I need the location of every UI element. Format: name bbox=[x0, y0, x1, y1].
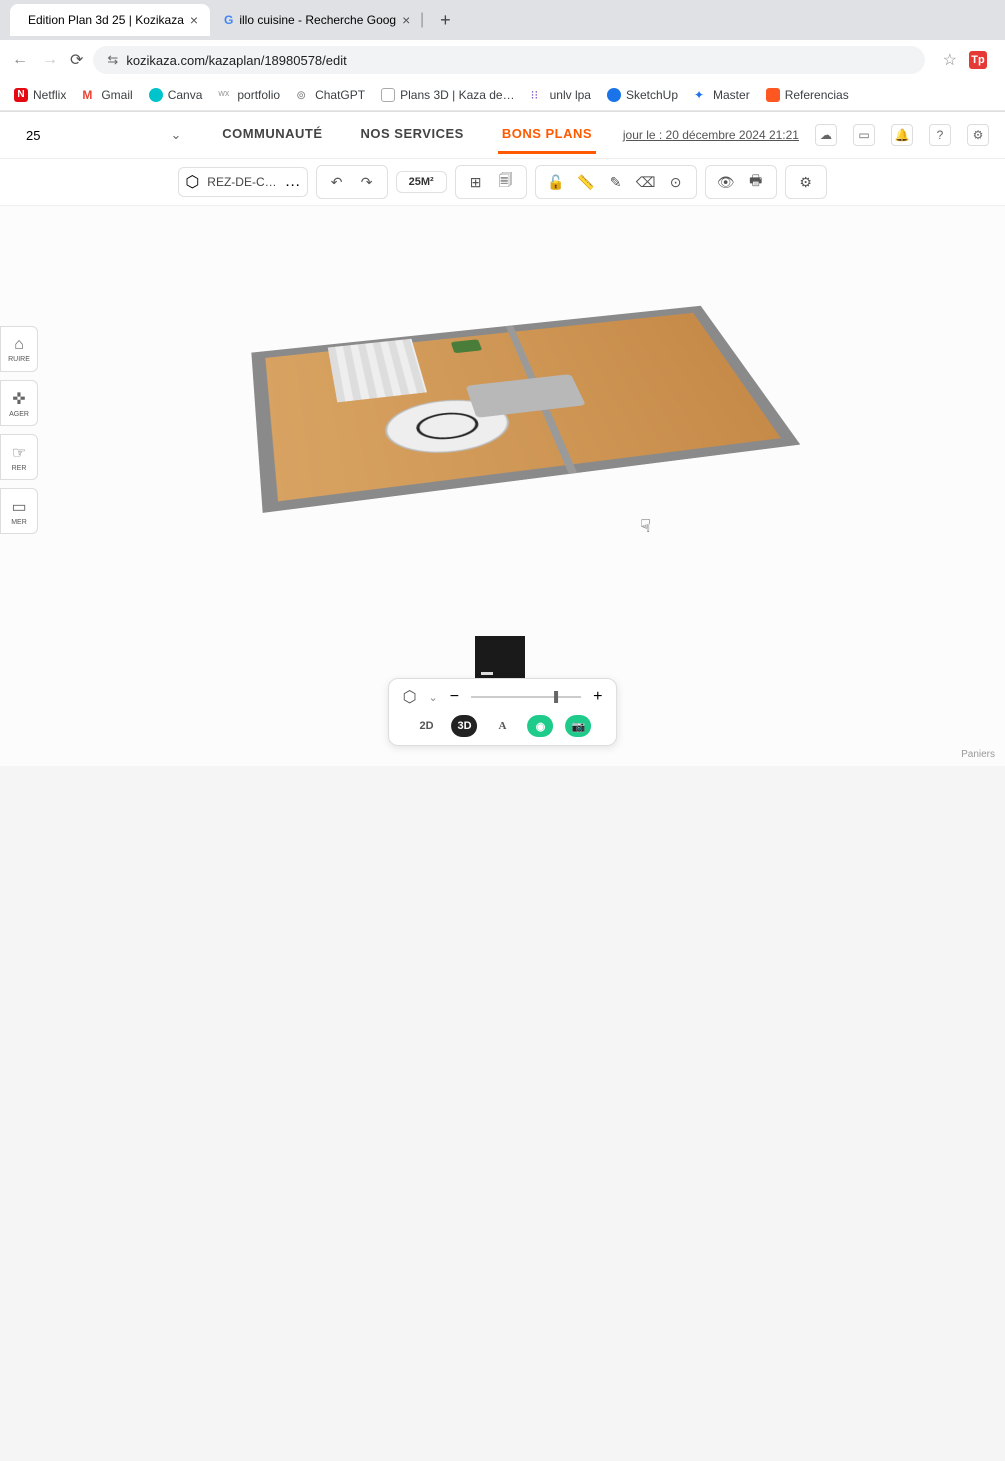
canvas-3d-viewport[interactable]: ⌂RUIRE ✜AGER ☞RER ▭MER ☟ ⬡ ⌄ − + 2D 3D A bbox=[0, 206, 1005, 766]
area-readout: 25M² bbox=[403, 176, 440, 188]
editor-toolbar: ⬡ REZ-DE-C… … ↶ ↷ 25M² ⊞ 🗐 🔓 📏 ✎ ⌫ ⊙ 👁 🖶… bbox=[0, 159, 1005, 206]
furniture-icon: ✜ bbox=[12, 389, 25, 409]
hand-icon: ☞ bbox=[12, 443, 26, 463]
bookmark-chatgpt[interactable]: ⊚ChatGPT bbox=[296, 88, 365, 102]
bookmark-canva[interactable]: Canva bbox=[149, 88, 203, 102]
zoom-out-button[interactable]: − bbox=[450, 688, 459, 706]
undo-button[interactable]: ↶ bbox=[323, 170, 351, 194]
main-nav: COMMUNAUTÉ NOS SERVICES BONS PLANS bbox=[218, 116, 596, 154]
help-icon[interactable]: ? bbox=[929, 124, 951, 146]
view-cube-icon[interactable]: ⬡ bbox=[403, 687, 417, 707]
zoom-slider[interactable] bbox=[471, 696, 581, 698]
bookmark-star-icon[interactable]: ☆ bbox=[943, 50, 957, 70]
view-control-bar: ⬡ ⌄ − + 2D 3D A ◉ 📷 bbox=[388, 678, 618, 746]
tool-eraser-icon[interactable]: ⌫ bbox=[632, 170, 660, 194]
cube-icon: ⬡ bbox=[185, 172, 199, 192]
tool-visibility-icon[interactable]: 👁 bbox=[712, 170, 740, 194]
project-selector[interactable]: 25 ⌄ bbox=[16, 121, 191, 149]
bookmark-portfolio[interactable]: wxportfolio bbox=[218, 88, 280, 102]
new-tab-button[interactable]: + bbox=[430, 4, 461, 37]
bookmark-plans3d[interactable]: Plans 3D | Kaza de… bbox=[381, 88, 515, 102]
reload-icon[interactable]: ⟳ bbox=[70, 50, 83, 70]
tab-close-icon[interactable]: × bbox=[190, 12, 198, 28]
dropdown-ellipsis-icon: … bbox=[285, 173, 301, 191]
extension-badge[interactable]: Tp bbox=[969, 51, 987, 69]
tool-magnet-icon[interactable]: ⊙ bbox=[662, 170, 690, 194]
nav-bonsplans[interactable]: BONS PLANS bbox=[498, 116, 596, 154]
left-dock: ⌂RUIRE ✜AGER ☞RER ▭MER bbox=[0, 326, 38, 534]
vertical-divider: | bbox=[414, 11, 430, 29]
tool-print-icon[interactable]: 🖶 bbox=[742, 170, 770, 194]
zoom-slider-thumb[interactable] bbox=[554, 691, 558, 703]
tool-pencil-icon[interactable]: ✎ bbox=[602, 170, 630, 194]
tool-lock-icon[interactable]: 🔓 bbox=[542, 170, 570, 194]
favicon-google-icon: G bbox=[224, 13, 233, 27]
zoom-in-button[interactable]: + bbox=[593, 688, 602, 706]
site-settings-icon[interactable]: ⇆ bbox=[107, 52, 118, 68]
text-style-icon[interactable]: A bbox=[490, 715, 516, 737]
redo-button[interactable]: ↷ bbox=[353, 170, 381, 194]
address-bar[interactable]: ⇆ kozikaza.com/kazaplan/18980578/edit bbox=[93, 46, 924, 74]
app-topbar: 25 ⌄ COMMUNAUTÉ NOS SERVICES BONS PLANS … bbox=[0, 112, 1005, 159]
bookmark-netflix[interactable]: NNetflix bbox=[14, 88, 66, 102]
tool-ruler-icon[interactable]: 📏 bbox=[572, 170, 600, 194]
mode-3d-button[interactable]: 3D bbox=[452, 715, 478, 737]
dock-furnish-button[interactable]: ✜AGER bbox=[0, 380, 38, 426]
dock-build-button[interactable]: ⌂RUIRE bbox=[0, 326, 38, 372]
timestamp-link[interactable]: jour le : 20 décembre 2024 21:21 bbox=[623, 128, 799, 142]
tab-close-icon[interactable]: × bbox=[402, 12, 410, 28]
bookmark-gmail[interactable]: MGmail bbox=[82, 88, 132, 102]
bookmark-referencias[interactable]: Referencias bbox=[766, 88, 849, 102]
nav-services[interactable]: NOS SERVICES bbox=[357, 116, 468, 154]
mode-2d-button[interactable]: 2D bbox=[414, 715, 440, 737]
nav-communaute[interactable]: COMMUNAUTÉ bbox=[218, 116, 326, 154]
tool-dimensions-icon[interactable]: ⊞ bbox=[462, 170, 490, 194]
tool-layers-icon[interactable]: 🗐 bbox=[492, 170, 520, 194]
tool-settings-icon[interactable]: ⚙ bbox=[792, 170, 820, 194]
topbar-right: jour le : 20 décembre 2024 21:21 ☁ ▭ 🔔 ?… bbox=[623, 124, 989, 146]
cloud-save-icon[interactable]: ☁ bbox=[815, 124, 837, 146]
tab-title: illo cuisine - Recherche Goog bbox=[239, 13, 396, 27]
chevron-down-icon[interactable]: ⌄ bbox=[429, 691, 438, 704]
browser-tab-2[interactable]: G illo cuisine - Recherche Goog × bbox=[212, 4, 412, 36]
browser-tabs-row: Edition Plan 3d 25 | Kozikaza × G illo c… bbox=[0, 0, 1005, 40]
screen-icon[interactable]: ▭ bbox=[853, 124, 875, 146]
nav-back-icon[interactable]: ← bbox=[10, 51, 30, 69]
bookmark-unlv[interactable]: ⁝⁝unlv lpa bbox=[531, 88, 591, 102]
camera-snapshot-icon[interactable]: 📷 bbox=[566, 715, 592, 737]
bookmarks-bar: NNetflix MGmail Canva wxportfolio ⊚ChatG… bbox=[0, 80, 1005, 111]
nav-forward-icon[interactable]: → bbox=[40, 51, 60, 69]
project-number: 25 bbox=[26, 128, 40, 143]
chevron-down-icon: ⌄ bbox=[170, 127, 181, 143]
settings-gear-icon[interactable]: ⚙ bbox=[967, 124, 989, 146]
url-text: kozikaza.com/kazaplan/18980578/edit bbox=[126, 53, 346, 68]
room-floor bbox=[251, 306, 800, 513]
tab-title: Edition Plan 3d 25 | Kozikaza bbox=[28, 13, 184, 27]
bookmark-sketchup[interactable]: SketchUp bbox=[607, 88, 678, 102]
house-icon: ⌂ bbox=[14, 336, 24, 354]
mouse-cursor-icon: ☟ bbox=[640, 516, 651, 537]
bookmark-master[interactable]: ✦Master bbox=[694, 88, 750, 102]
dock-decorate-button[interactable]: ☞RER bbox=[0, 434, 38, 480]
floor-selector[interactable]: ⬡ REZ-DE-C… … bbox=[178, 167, 307, 197]
notification-bell-icon[interactable]: 🔔 bbox=[891, 124, 913, 146]
vr-view-icon[interactable]: ◉ bbox=[528, 715, 554, 737]
dock-render-button[interactable]: ▭MER bbox=[0, 488, 38, 534]
room-3d-scene bbox=[220, 236, 800, 656]
floor-label: REZ-DE-C… bbox=[201, 175, 282, 189]
footer-note: Paniers bbox=[961, 749, 995, 760]
address-row: ← → ⟳ ⇆ kozikaza.com/kazaplan/18980578/e… bbox=[0, 40, 1005, 80]
browser-tab-active[interactable]: Edition Plan 3d 25 | Kozikaza × bbox=[10, 4, 210, 36]
frame-icon: ▭ bbox=[11, 497, 26, 517]
